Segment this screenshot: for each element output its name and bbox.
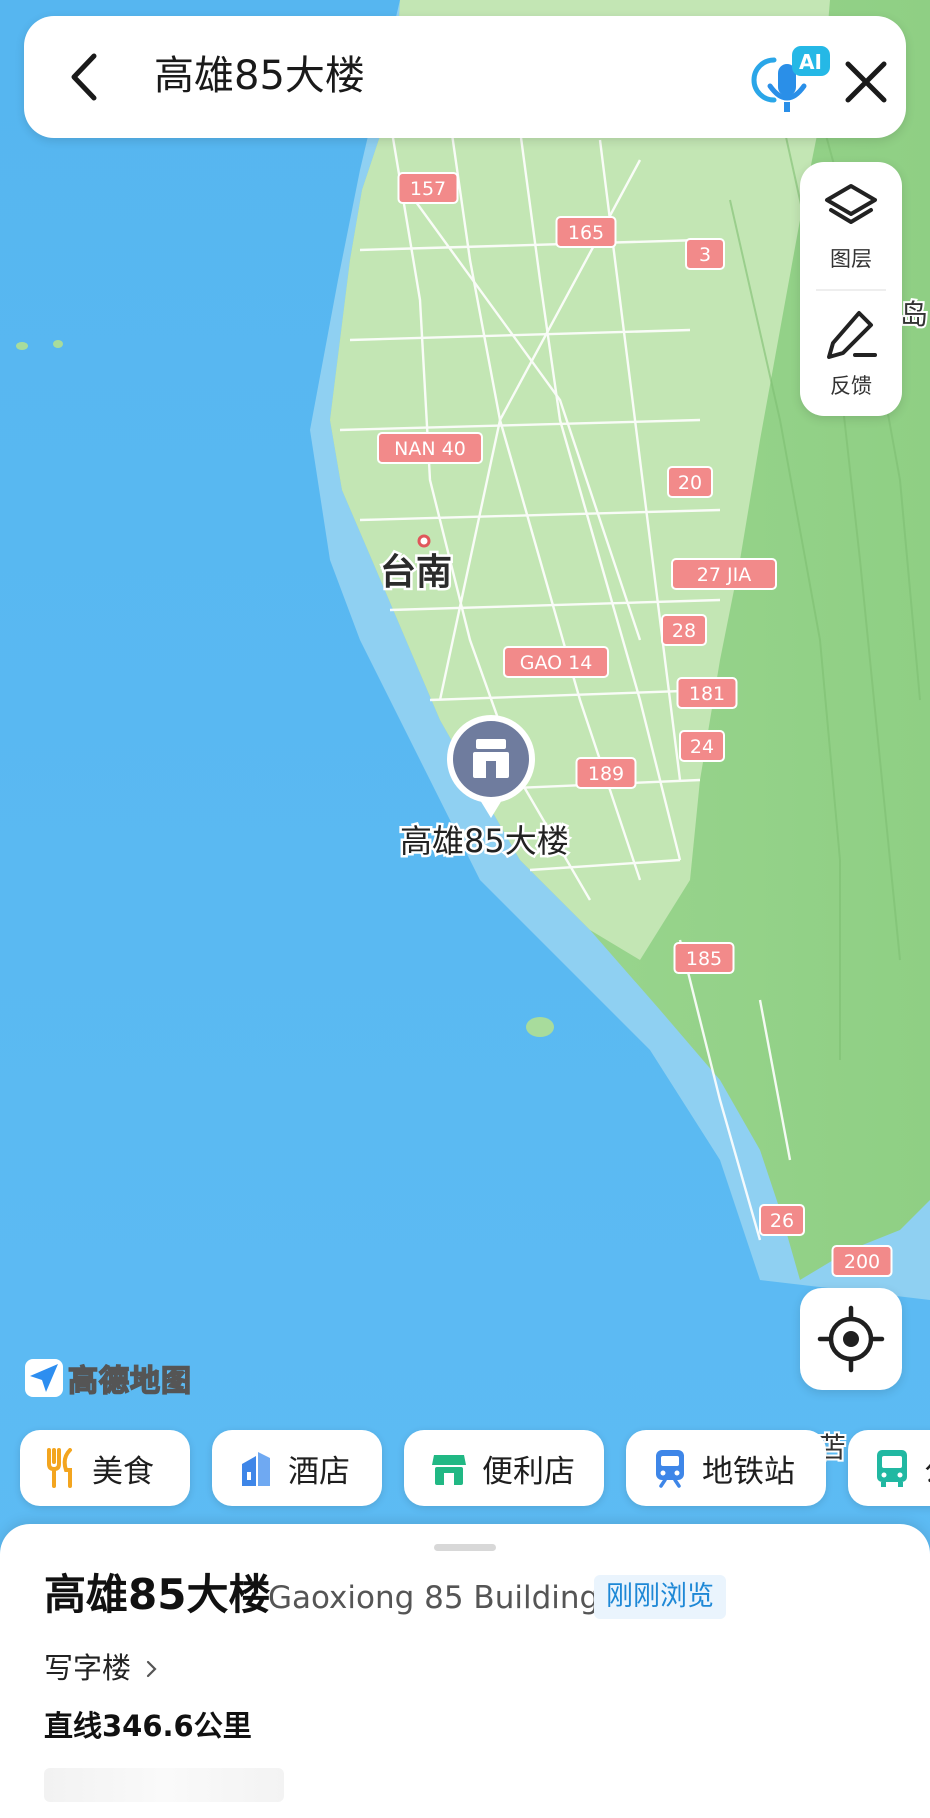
feedback-label: 反馈 — [830, 374, 872, 398]
category-subway[interactable]: 地铁站 — [626, 1430, 826, 1506]
road-shield-label: 24 — [690, 736, 714, 758]
category-bar: 美食 酒店 便利店 地铁站 公 — [0, 1430, 930, 1506]
category-hotel[interactable]: 酒店 — [212, 1430, 382, 1506]
category-label: 美食 — [92, 1453, 154, 1490]
island — [53, 340, 63, 348]
place-type: 写字楼 — [44, 1651, 132, 1685]
layers-icon — [825, 184, 877, 224]
feedback-button[interactable]: 反馈 — [800, 289, 902, 416]
road-shield-label: 26 — [770, 1210, 794, 1232]
close-icon — [845, 61, 887, 103]
close-button[interactable] — [836, 52, 896, 112]
amap-logo: 高德地图 — [24, 1356, 192, 1400]
back-button[interactable] — [54, 44, 120, 110]
ai-mic-icon: AI — [751, 46, 830, 112]
edit-icon — [827, 311, 877, 359]
city-label[interactable]: 台南 — [378, 550, 455, 596]
road-shield-label: 181 — [689, 683, 725, 705]
category-food[interactable]: 美食 — [20, 1430, 190, 1506]
category-label: 地铁站 — [702, 1453, 795, 1490]
category-bus[interactable]: 公 — [848, 1430, 930, 1506]
city-dot — [417, 534, 431, 548]
category-label: 公 — [924, 1446, 930, 1491]
place-name-en: Gaoxiong 85 Building — [268, 1580, 600, 1616]
road-shield-label: NAN 40 — [394, 438, 466, 460]
ai-badge: AI — [799, 50, 822, 74]
road-shield-label: 189 — [588, 763, 624, 785]
chevron-right-icon — [147, 1660, 157, 1678]
search-query[interactable]: 高雄85大楼 — [154, 48, 365, 104]
road-shield-label: 28 — [672, 620, 696, 642]
search-bar[interactable]: 高雄85大楼 AI — [24, 16, 906, 138]
category-label: 便利店 — [482, 1453, 575, 1490]
road-shield-label: 20 — [678, 472, 702, 494]
distance: 直线346.6公里 — [44, 1709, 252, 1743]
layers-button[interactable]: 图层 — [800, 162, 902, 289]
road-shield-label: 157 — [410, 178, 446, 200]
hotel-icon — [242, 1452, 270, 1486]
road-shield-label: GAO 14 — [520, 652, 593, 674]
food-icon — [47, 1448, 72, 1488]
place-type-link[interactable]: 写字楼 — [44, 1646, 160, 1690]
island — [526, 1017, 554, 1037]
category-label: 酒店 — [288, 1453, 350, 1490]
drag-handle[interactable] — [434, 1544, 496, 1551]
place-name: 高雄85大楼 — [44, 1570, 271, 1619]
ai-voice-button[interactable]: AI — [748, 38, 834, 124]
road-shield-label: 185 — [686, 948, 722, 970]
road-shield-label: 27 JIA — [697, 564, 751, 586]
road-shield-label: 3 — [699, 244, 711, 266]
locate-icon — [817, 1305, 885, 1373]
place-sheet[interactable]: 高雄85大楼 Gaoxiong 85 Building 刚刚浏览 写字楼 直线3… — [0, 1524, 930, 1818]
island — [16, 342, 28, 350]
map-tools: 图层 反馈 — [800, 162, 902, 416]
store-icon — [432, 1455, 466, 1485]
logo-text: 高德地图 — [67, 1363, 192, 1400]
edge-label: 岛 — [900, 298, 928, 331]
faded-content — [44, 1768, 284, 1802]
layers-label: 图层 — [830, 247, 872, 271]
building-icon — [473, 739, 509, 778]
poi-label[interactable]: 高雄85大楼 — [398, 820, 572, 863]
category-store[interactable]: 便利店 — [404, 1430, 604, 1506]
chevron-left-icon — [71, 53, 97, 101]
navigation-arrow-icon — [25, 1359, 63, 1397]
locate-button[interactable] — [800, 1288, 902, 1390]
road-shield-label: 165 — [568, 222, 604, 244]
road-shield-label: 200 — [844, 1251, 880, 1273]
bus-icon — [877, 1450, 907, 1487]
subway-icon — [656, 1450, 684, 1488]
recent-badge: 刚刚浏览 — [594, 1575, 726, 1619]
